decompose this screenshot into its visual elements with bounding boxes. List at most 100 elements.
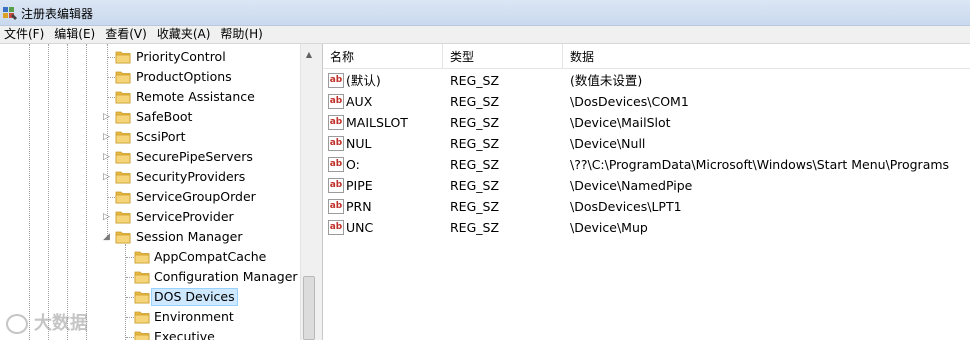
tree-item-label: SafeBoot	[136, 109, 193, 124]
tree-item[interactable]: ▷ SafeBoot	[0, 107, 300, 127]
value-data: \DosDevices\LPT1	[570, 199, 682, 214]
tree-connector	[108, 97, 115, 98]
tree-item[interactable]: Configuration Manager	[0, 267, 300, 287]
folder-icon	[115, 50, 131, 64]
folder-icon	[115, 230, 131, 244]
folder-icon	[115, 210, 131, 224]
menu-bar: 文件(F) 编辑(E) 查看(V) 收藏夹(A) 帮助(H)	[0, 26, 970, 44]
value-row[interactable]: ab PRN REG_SZ \DosDevices\LPT1	[323, 196, 970, 217]
value-type: REG_SZ	[450, 73, 500, 88]
tree-item-label: ServiceGroupOrder	[136, 189, 256, 204]
value-type: REG_SZ	[450, 115, 500, 130]
tree-connector	[108, 197, 115, 198]
tree-item[interactable]: DOS Devices	[0, 287, 300, 307]
value-type: REG_SZ	[450, 94, 500, 109]
value-row[interactable]: ab O: REG_SZ \??\C:\ProgramData\Microsoft\W…	[323, 154, 970, 175]
value-type: REG_SZ	[450, 157, 500, 172]
value-row[interactable]: ab NUL REG_SZ \Device\Null	[323, 133, 970, 154]
string-value-icon: ab	[328, 73, 344, 88]
value-name: UNC	[346, 220, 374, 235]
string-value-icon: ab	[328, 199, 344, 214]
folder-icon	[134, 310, 150, 324]
tree-item[interactable]: ▷ SecurityProviders	[0, 167, 300, 187]
menu-edit[interactable]: 编辑(E)	[49, 26, 100, 44]
folder-icon	[134, 270, 150, 284]
value-row[interactable]: ab AUX REG_SZ \DosDevices\COM1	[323, 91, 970, 112]
value-data: \Device\MailSlot	[570, 115, 671, 130]
value-row[interactable]: ab (默认) REG_SZ (数值未设置)	[323, 70, 970, 91]
column-data[interactable]: 数据	[563, 44, 970, 69]
column-name[interactable]: 名称	[323, 44, 443, 69]
tree-item[interactable]: ▷ ScsiPort	[0, 127, 300, 147]
registry-tree[interactable]: PriorityControl ProductOptions Remote Assi…	[0, 44, 300, 340]
tree-scrollbar[interactable]: ▲	[300, 44, 317, 340]
value-data: \Device\Mup	[570, 220, 648, 235]
menu-help[interactable]: 帮助(H)	[215, 26, 267, 44]
watermark-logo-icon	[6, 314, 28, 334]
tree-item-label-selected: DOS Devices	[151, 288, 238, 306]
tree-item[interactable]: Remote Assistance	[0, 87, 300, 107]
value-type: REG_SZ	[450, 178, 500, 193]
value-row[interactable]: ab UNC REG_SZ \Device\Mup	[323, 217, 970, 238]
watermark: 大数据	[6, 309, 88, 335]
tree-item[interactable]: ProductOptions	[0, 67, 300, 87]
values-list[interactable]: 名称 类型 数据 ab (默认) REG_SZ (数值未设置) ab AUX REG_SZ \…	[323, 44, 970, 340]
tree-item-label: Environment	[154, 309, 234, 324]
value-name: NUL	[346, 136, 372, 151]
tree-connector	[108, 77, 115, 78]
registry-editor-icon	[2, 5, 18, 21]
value-name: O:	[346, 157, 360, 172]
tree-connector	[126, 257, 134, 258]
value-row[interactable]: ab PIPE REG_SZ \Device\NamedPipe	[323, 175, 970, 196]
tree-item[interactable]: ServiceGroupOrder	[0, 187, 300, 207]
string-value-icon: ab	[328, 220, 344, 235]
string-value-icon: ab	[328, 136, 344, 151]
tree-item-label: ServiceProvider	[136, 209, 234, 224]
tree-item[interactable]: ▷ ServiceProvider	[0, 207, 300, 227]
tree-item-label: SecurityProviders	[136, 169, 246, 184]
tree-item[interactable]: PriorityControl	[0, 47, 300, 67]
tree-item-label: Remote Assistance	[136, 89, 255, 104]
tree-item[interactable]: ◢ Session Manager	[0, 227, 300, 247]
string-value-icon: ab	[328, 178, 344, 193]
folder-icon	[115, 150, 131, 164]
collapsed-arrow-icon[interactable]: ▷	[102, 212, 111, 222]
tree-item-label: ProductOptions	[136, 69, 232, 84]
folder-icon	[134, 290, 150, 304]
tree-connector	[126, 297, 134, 298]
list-header: 名称 类型 数据	[323, 44, 970, 69]
collapsed-arrow-icon[interactable]: ▷	[102, 112, 111, 122]
tree-item[interactable]: ▷ SecurePipeServers	[0, 147, 300, 167]
tree-item-label: ScsiPort	[136, 129, 186, 144]
expanded-arrow-icon[interactable]: ◢	[102, 232, 111, 242]
folder-icon	[134, 330, 150, 340]
value-type: REG_SZ	[450, 199, 500, 214]
value-type: REG_SZ	[450, 136, 500, 151]
menu-view[interactable]: 查看(V)	[100, 26, 152, 44]
value-name: AUX	[346, 94, 373, 109]
tree-connector	[108, 57, 115, 58]
value-data: (数值未设置)	[570, 73, 643, 88]
watermark-text: 大数据	[34, 313, 88, 334]
column-type[interactable]: 类型	[443, 44, 563, 69]
value-type: REG_SZ	[450, 220, 500, 235]
menu-file[interactable]: 文件(F)	[0, 26, 49, 44]
scroll-up-icon[interactable]: ▲	[301, 46, 317, 62]
tree-item[interactable]: AppCompatCache	[0, 247, 300, 267]
folder-icon	[115, 190, 131, 204]
value-row[interactable]: ab MAILSLOT REG_SZ \Device\MailSlot	[323, 112, 970, 133]
value-data: \DosDevices\COM1	[570, 94, 689, 109]
tree-connector	[126, 337, 134, 338]
value-data: \Device\Null	[570, 136, 646, 151]
value-name: MAILSLOT	[346, 115, 408, 130]
menu-favorites[interactable]: 收藏夹(A)	[152, 26, 216, 44]
scrollbar-thumb[interactable]	[303, 276, 315, 340]
string-value-icon: ab	[328, 115, 344, 130]
collapsed-arrow-icon[interactable]: ▷	[102, 132, 111, 142]
folder-icon	[115, 110, 131, 124]
collapsed-arrow-icon[interactable]: ▷	[102, 172, 111, 182]
folder-icon	[115, 170, 131, 184]
folder-icon	[115, 90, 131, 104]
tree-item-label: Configuration Manager	[154, 269, 298, 284]
collapsed-arrow-icon[interactable]: ▷	[102, 152, 111, 162]
